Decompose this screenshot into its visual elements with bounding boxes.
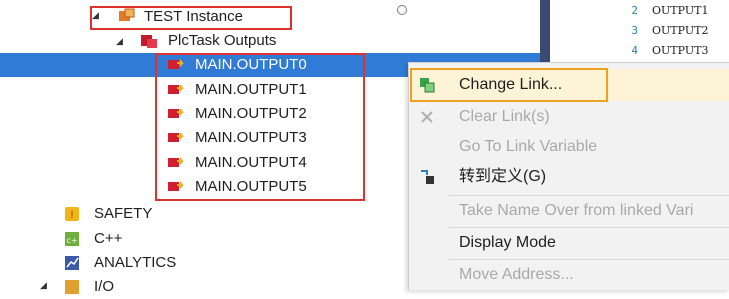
menu-item-label: Take Name Over from linked Vari [459, 202, 694, 219]
editor-gutter [540, 0, 550, 66]
menu-item-label: Display Mode [459, 234, 556, 251]
menu-item-label: 转到定义(G) [459, 168, 547, 185]
menu-item-clear-links[interactable]: Clear Link(s) [409, 101, 729, 133]
tree-node-label: PlcTask Outputs [168, 32, 277, 49]
menu-item-move-address[interactable]: Move Address... [409, 259, 729, 291]
annotation-box-outputs [155, 53, 365, 201]
menu-item-go-to-link-variable[interactable]: Go To Link Variable [409, 131, 729, 163]
tree-node-safety[interactable]: ! SAFETY [64, 202, 264, 226]
line-number: 2 [631, 4, 638, 17]
menu-item-label: Move Address... [459, 266, 574, 283]
scroll-circle-icon [397, 5, 407, 15]
expand-arrow-icon[interactable]: ◢ [40, 280, 47, 291]
svg-text:c+: c+ [66, 236, 77, 245]
context-menu: Change Link... Clear Link(s) Go To Link … [408, 62, 729, 290]
cpp-icon: c+ [65, 232, 79, 246]
code-line: OUTPUT1 [652, 4, 709, 17]
safety-icon: ! [65, 207, 79, 221]
go-to-definition-icon [421, 170, 434, 184]
svg-text:!: ! [70, 210, 74, 221]
expand-arrow-icon[interactable]: ◢ [116, 36, 123, 47]
tree-node-label: ANALYTICS [94, 254, 177, 271]
annotation-box-change-link [410, 68, 608, 102]
code-editor[interactable]: 2 OUTPUT1 3 OUTPUT2 4 OUTPUT3 [540, 0, 729, 66]
tree-node-label: C++ [94, 230, 123, 247]
code-line: OUTPUT2 [652, 24, 709, 37]
menu-item-label: Go To Link Variable [459, 138, 598, 155]
annotation-box-instance [90, 6, 292, 30]
menu-item-go-to-definition[interactable]: 转到定义(G) [409, 161, 729, 193]
tree-node-plctask-outputs[interactable]: PlcTask Outputs [134, 29, 334, 53]
outputs-folder-icon [141, 35, 157, 48]
tree-node-label: I/O [94, 278, 115, 295]
menu-item-display-mode[interactable]: Display Mode [409, 227, 729, 259]
menu-item-take-name-over[interactable]: Take Name Over from linked Vari [409, 195, 729, 227]
tree-node-analytics[interactable]: ANALYTICS [64, 251, 264, 275]
line-number: 4 [631, 44, 638, 57]
tree-node-io[interactable]: I/O [64, 275, 264, 299]
tree-node-label: SAFETY [94, 205, 153, 222]
code-line: OUTPUT3 [652, 44, 709, 57]
clear-link-icon [421, 111, 433, 123]
analytics-icon [65, 256, 79, 270]
menu-item-label: Clear Link(s) [459, 108, 550, 125]
line-number: 3 [631, 24, 638, 37]
tree-node-cpp[interactable]: c+ C++ [64, 227, 264, 251]
io-icon [65, 280, 79, 294]
